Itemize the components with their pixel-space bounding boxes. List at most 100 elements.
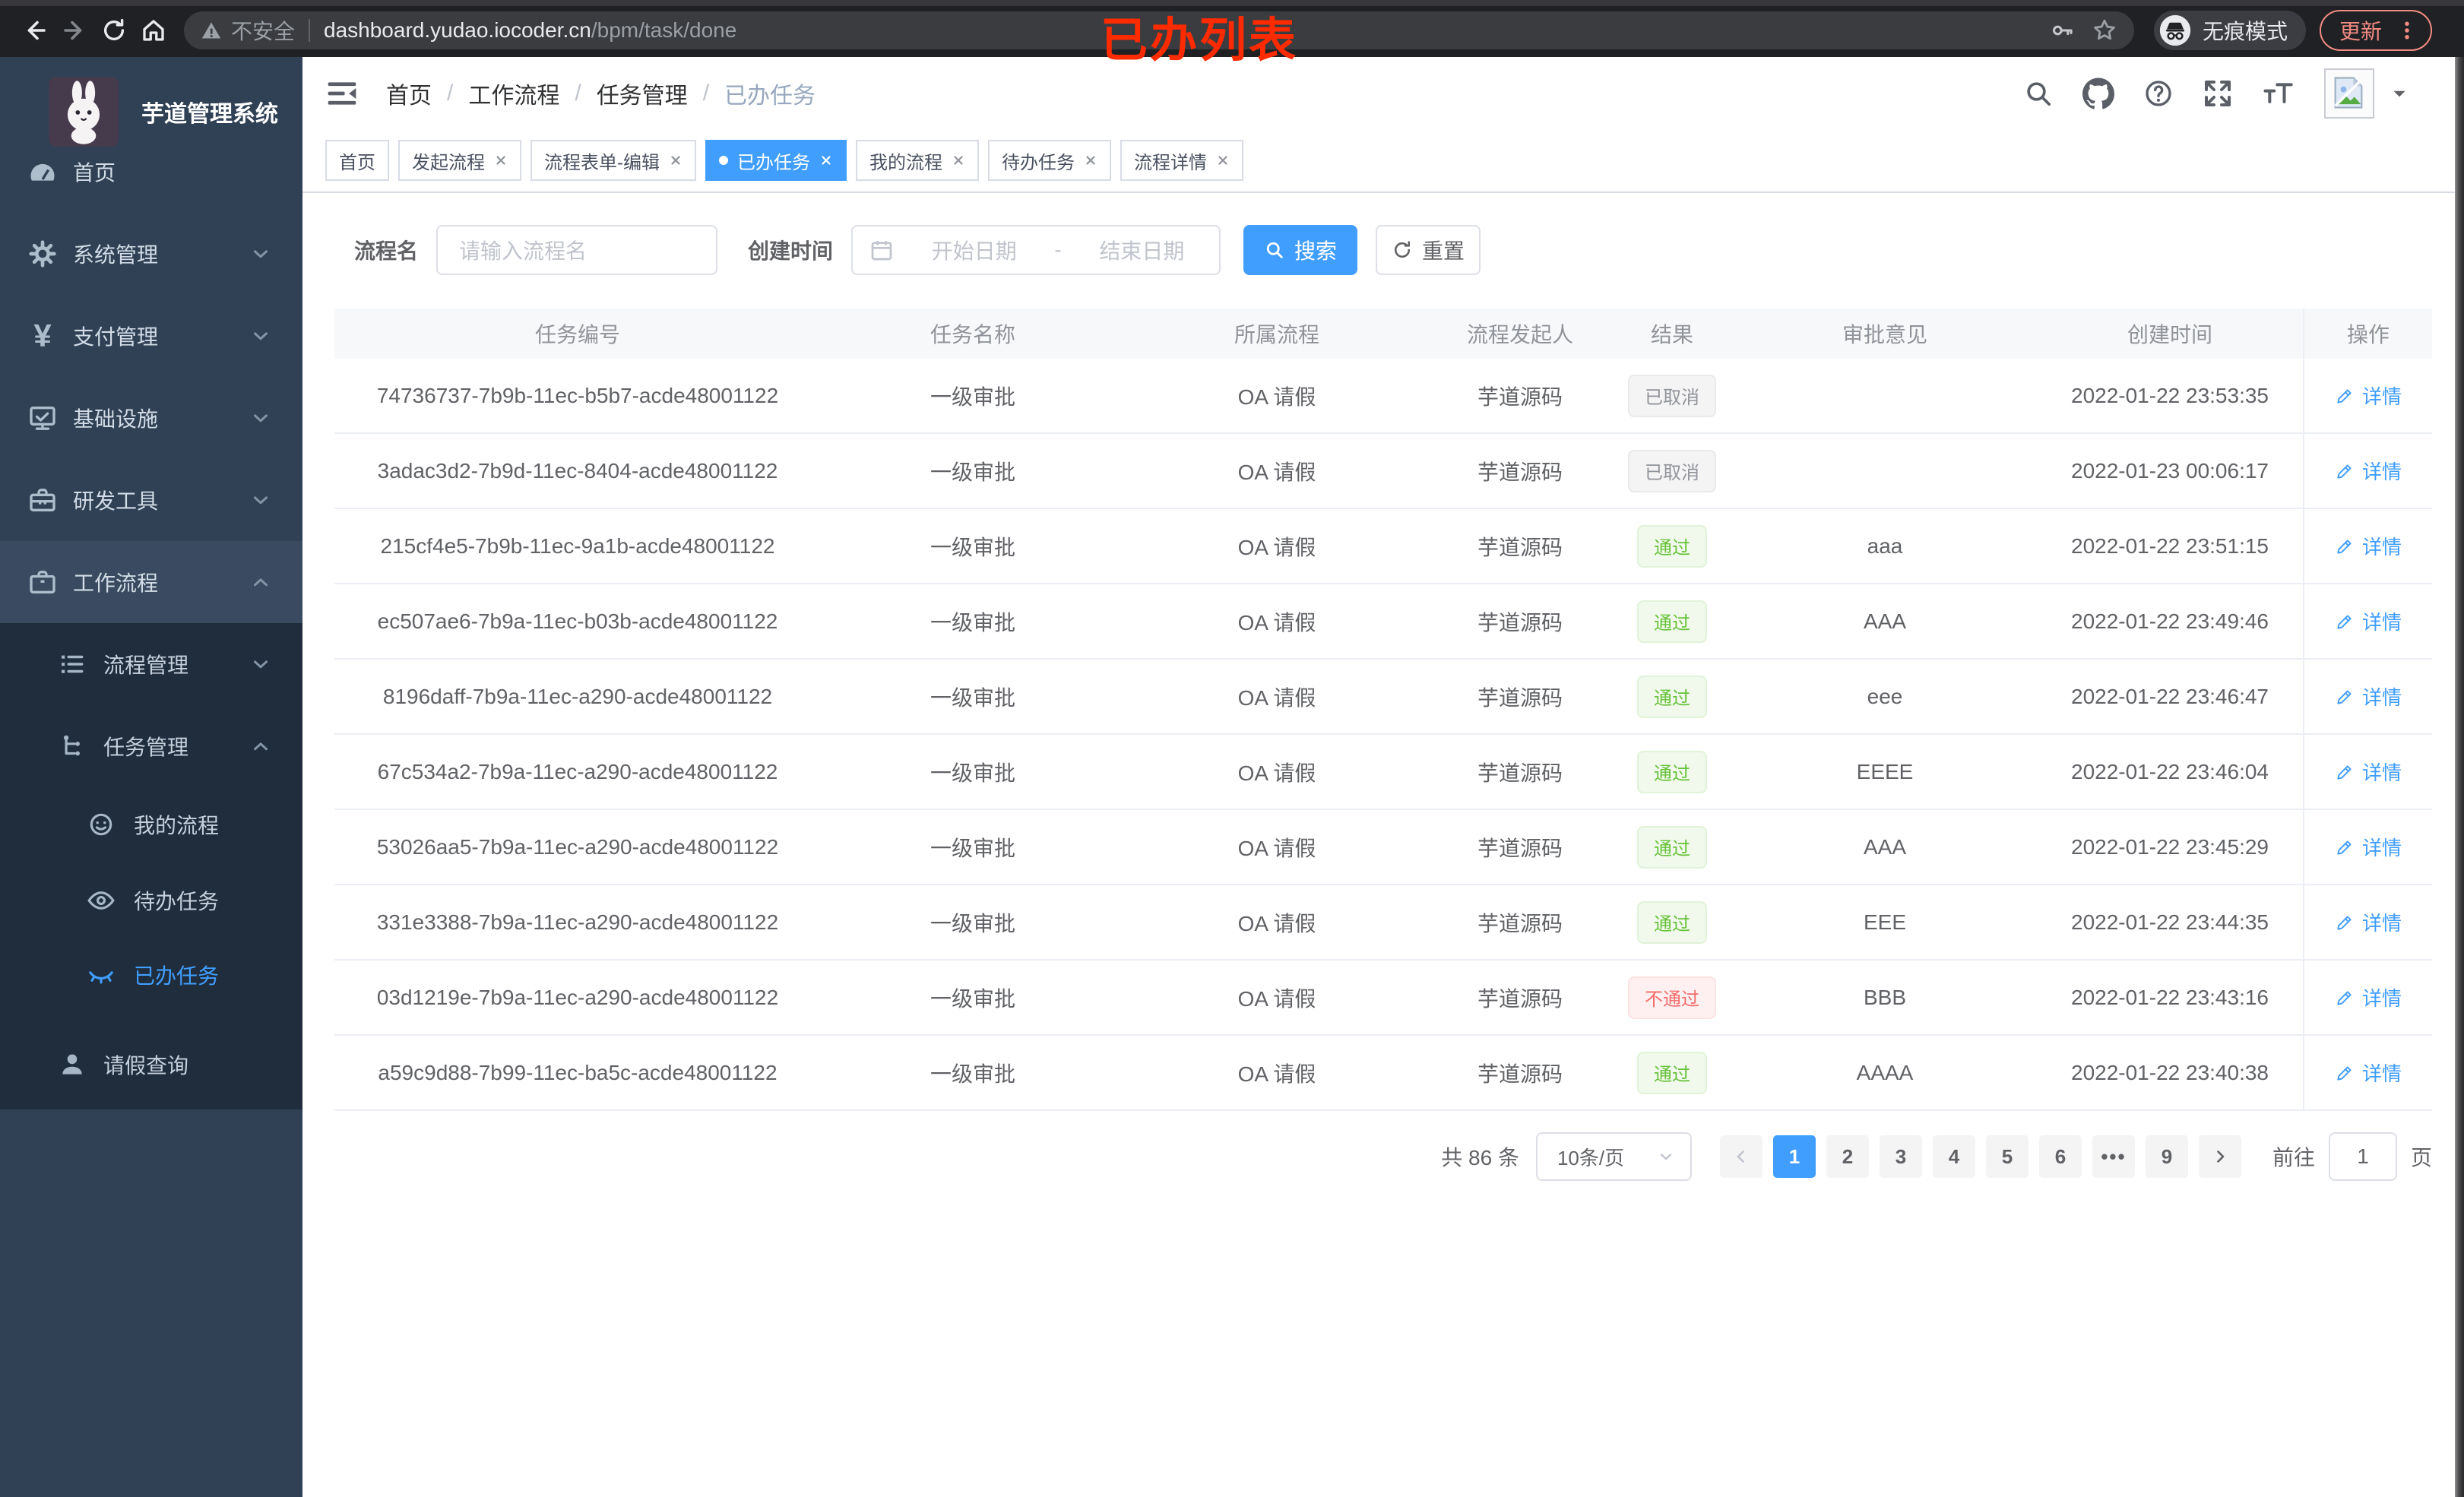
sidebar-item-done-tasks[interactable]: 已办任务 [0,938,302,1012]
breadcrumb-workflow[interactable]: 工作流程 [468,77,559,110]
gear-icon [27,239,58,269]
back-icon[interactable] [15,11,55,50]
sidebar-item-todo-tasks[interactable]: 待办任务 [0,863,302,938]
sidebar-item-payment[interactable]: ¥ 支付管理 [0,295,302,377]
cell-create-time: 2022-01-22 23:40:38 [2071,1060,2269,1084]
detail-link[interactable]: 详情 [2335,983,2402,1011]
app-title: 芋道管理系统 [141,102,278,127]
goto-page-input[interactable]: 1 [2328,1132,2397,1181]
search-button[interactable]: 搜索 [1243,225,1358,275]
close-icon[interactable] [669,153,683,167]
cell-comment: EEEE [1856,759,1914,783]
incognito-badge: 无痕模式 [2154,11,2307,50]
cell-process: OA 请假 [1237,1062,1316,1086]
sidebar-item-workflow[interactable]: 工作流程 [0,541,302,623]
date-range-input[interactable]: 开始日期 - 结束日期 [851,225,1221,275]
result-badge: 已取消 [1628,449,1716,492]
table-row: 331e3388-7b9a-11ec-a290-acde48001122 一级审… [334,885,2432,961]
reset-button[interactable]: 重置 [1376,225,1481,275]
tab-process-detail[interactable]: 流程详情 [1120,140,1243,181]
cell-task-id: a59c9d88-7b99-11ec-ba5c-acde48001122 [378,1060,778,1084]
update-button[interactable]: 更新 [2320,10,2433,51]
close-icon[interactable] [819,153,833,167]
sidebar-item-task-mgmt[interactable]: 任务管理 [0,705,302,787]
close-icon[interactable] [1216,153,1230,167]
next-page-button[interactable] [2198,1135,2241,1178]
sidebar-item-system[interactable]: 系统管理 [0,213,302,295]
reload-icon[interactable] [94,11,134,50]
detail-link[interactable]: 详情 [2335,682,2402,711]
page-button-5[interactable]: 5 [1985,1135,2029,1178]
sidebar-item-infrastructure[interactable]: 基础设施 [0,377,302,459]
sidebar-item-my-process[interactable]: 我的流程 [0,787,302,862]
sidebar-item-home[interactable]: 首页 [0,131,302,213]
cell-task-name: 一级审批 [930,986,1015,1011]
sidebar-item-leave-query[interactable]: 请假查询 [0,1027,302,1102]
close-icon[interactable] [494,153,508,167]
cell-task-name: 一级审批 [930,836,1015,860]
detail-link[interactable]: 详情 [2335,1059,2402,1087]
forward-icon[interactable] [55,11,94,50]
page-button-9[interactable]: 9 [2145,1135,2188,1178]
page-button-1[interactable]: 1 [1772,1135,1816,1178]
cell-comment: AAA [1863,609,1907,633]
tab-my-process[interactable]: 我的流程 [856,140,979,181]
table-row: 53026aa5-7b9a-11ec-a290-acde48001122 一级审… [334,810,2432,885]
detail-link[interactable]: 详情 [2335,758,2402,786]
table-row: 3adac3d2-7b9d-11ec-8404-acde48001122 一级审… [334,434,2432,509]
close-icon[interactable] [952,153,965,167]
cell-process: OA 请假 [1237,685,1316,710]
tab-process-form-edit[interactable]: 流程表单-编辑 [530,140,696,181]
sidebar-item-process-mgmt[interactable]: 流程管理 [0,623,302,705]
cell-create-time: 2022-01-22 23:43:16 [2071,985,2269,1009]
page-button-6[interactable]: 6 [2038,1135,2082,1178]
detail-link[interactable]: 详情 [2335,833,2402,861]
fullscreen-icon[interactable] [2203,78,2233,109]
close-icon[interactable] [1084,153,1097,167]
help-icon[interactable] [2143,78,2174,109]
breadcrumb-task-mgmt[interactable]: 任务管理 [597,77,688,110]
sidebar-item-label: 支付管理 [73,325,159,349]
detail-link[interactable]: 详情 [2335,457,2402,485]
page-button-4[interactable]: 4 [1932,1135,1975,1178]
sidebar-item-devtools[interactable]: 研发工具 [0,459,302,541]
search-icon[interactable] [2023,78,2054,109]
process-name-input[interactable]: 请输入流程名 [436,225,718,275]
page-button-3[interactable]: 3 [1879,1135,1922,1178]
tab-home[interactable]: 首页 [325,140,389,181]
cell-create-time: 2022-01-23 00:06:17 [2071,458,2269,483]
caret-down-icon[interactable] [2390,84,2409,103]
password-key-icon[interactable] [2049,17,2075,43]
sidebar-collapse-icon[interactable] [325,76,360,111]
cell-create-time: 2022-01-22 23:46:04 [2071,759,2269,783]
tab-start-process[interactable]: 发起流程 [398,140,521,181]
table-row: 215cf4e5-7b9b-11ec-9a1b-acde48001122 一级审… [334,509,2432,584]
tab-todo-tasks[interactable]: 待办任务 [988,140,1111,181]
detail-link[interactable]: 详情 [2335,607,2402,635]
sidebar: 芋道管理系统 首页 系统管理 ¥ 支付管理 基础设施 研发工具 工作流程 流程管… [0,57,302,1497]
tab-label: 流程详情 [1134,152,1207,173]
more-pages-button[interactable]: ••• [2092,1135,2135,1178]
detail-link[interactable]: 详情 [2335,381,2402,410]
tab-label: 待办任务 [1002,152,1075,173]
github-icon[interactable] [2082,78,2114,109]
breadcrumb-separator: / [575,80,581,106]
avatar[interactable] [2324,68,2374,119]
font-size-icon[interactable] [2262,78,2295,109]
detail-link[interactable]: 详情 [2335,908,2402,936]
browser-menu-icon[interactable] [2396,19,2418,42]
cell-starter: 芋道源码 [1477,535,1563,559]
breadcrumb-current: 已办任务 [724,83,816,109]
tab-done-tasks[interactable]: 已办任务 [705,140,847,181]
bookmark-star-icon[interactable] [2092,17,2117,43]
page-button-2[interactable]: 2 [1826,1135,1869,1178]
detail-link[interactable]: 详情 [2335,532,2402,560]
face-icon [87,810,116,839]
active-dot [719,156,728,165]
detail-label: 详情 [2361,611,2402,634]
prev-page-button[interactable] [1719,1135,1762,1178]
page-size-select[interactable]: 10条/页 [1535,1132,1692,1181]
table-row: 03d1219e-7b9a-11ec-a290-acde48001122 一级审… [334,961,2432,1036]
breadcrumb-home[interactable]: 首页 [386,77,432,110]
home-icon[interactable] [134,11,173,50]
